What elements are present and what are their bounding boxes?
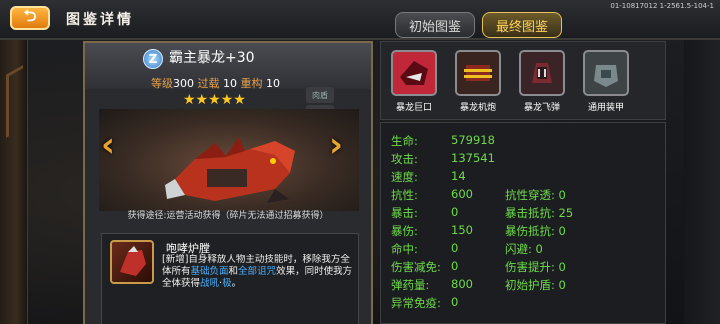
equipment-slot-3[interactable]: 暴龙飞弹 [515,50,569,113]
equipment-label: 通用装甲 [587,103,624,113]
rank-badge-icon: Z [143,49,163,69]
attribute-panel: 生命: 579918 攻击: 137541 速度: 14 抗性: 600 暴击: 0 暴伤… [380,122,666,324]
star-rating: ★★★★★ [183,92,246,108]
attr-crit-resistance: 暴击抵抗: 25 [505,206,574,220]
equipment-panel: 暴龙巨口 暴龙机炮 暴龙飞弹 通用装甲 [380,41,666,120]
skill-description: [新增]自身释放人物主动技能时，移除我方全体所有基础负面和全部诅咒效果，同时使我… [162,254,356,324]
left-door-decoration [0,40,28,324]
attr-ammo: 弹药量: 800 [391,277,473,292]
skill-desc-text-2: 和 [228,266,239,277]
level-value: 300 [173,77,194,90]
attr-crit: 暴击: 0 [391,205,459,220]
dino-jaw-icon [391,50,437,96]
level-label: 等级 [151,77,173,90]
skill-keyword-warcry[interactable]: 战吼 [200,278,219,289]
attr-hp: 生命: 579918 [391,133,495,148]
attr-damage-reduction: 伤害减免: 0 [391,259,459,274]
next-hero-arrow-icon[interactable]: › [329,125,343,165]
role-tank-tag: 肉盾 [306,87,334,103]
prev-hero-arrow-icon[interactable]: ‹ [101,125,115,165]
version-label: 01-10817012 1-2561.5-104-1 [610,2,714,10]
hero-name: 霸主暴龙+30 [169,50,255,66]
skill-roar-icon[interactable] [110,240,154,284]
attr-crit-damage-resistance: 暴伤抵抗: 0 [505,224,566,238]
attr-speed: 速度: 14 [391,169,466,184]
skill-panel: 咆哮炉膛 [新增]自身释放人物主动技能时，移除我方全体所有基础负面和全部诅咒效果… [101,233,359,324]
skill-desc-text-5: 。 [231,278,242,289]
back-arrow-icon: ⮌ [23,5,37,25]
skill-keyword-basic-debuff[interactable]: 基础负面 [191,266,229,277]
attr-damage-boost: 伤害提升: 0 [505,260,566,274]
back-button[interactable]: ⮌ [10,6,50,30]
mech-dinosaur-image [165,137,295,203]
overdrive-label: 过载 [197,77,220,90]
equipment-slot-1[interactable]: 暴龙巨口 [387,50,441,113]
attr-dodge: 闪避: 0 [505,242,543,256]
right-door-decoration [684,40,720,324]
hero-card: Z 霸主暴龙+30 等级300 过载 10 重构 10 ★★★★★ 肉盾 辅助 … [83,41,373,324]
equipment-label: 暴龙机炮 [459,103,496,113]
skill-keyword-ultimate[interactable]: 极 [222,278,232,289]
attr-attack: 攻击: 137541 [391,151,495,166]
equipment-slot-4[interactable]: 通用装甲 [579,50,633,113]
attr-accuracy: 命中: 0 [391,241,459,256]
attr-status-immunity: 异常免疫: 0 [391,295,459,310]
hero-stats-line: 等级300 过载 10 重构 10 [151,75,280,91]
top-bar: ⮌ 图鉴详情 初始图鉴 最终图鉴 01-10817012 1-2561.5-10… [0,0,720,40]
equipment-label: 暴龙巨口 [395,103,432,113]
attr-initial-shield: 初始护盾: 0 [505,278,566,292]
overdrive-value: 10 [223,77,237,90]
dino-missile-icon [519,50,565,96]
tab-final-codex[interactable]: 最终图鉴 [482,12,562,38]
attr-resistance: 抗性: 600 [391,187,473,202]
equipment-slot-2[interactable]: 暴龙机炮 [451,50,505,113]
attr-crit-damage: 暴伤: 150 [391,223,473,238]
refit-value: 10 [266,77,280,90]
tab-initial-codex[interactable]: 初始图鉴 [395,12,475,38]
armor-icon [583,50,629,96]
obtain-method: 获得途径:运营活动获得（碎片无法通过招募获得） [127,211,329,221]
page-title: 图鉴详情 [66,12,134,28]
refit-label: 重构 [240,77,263,90]
equipment-label: 暴龙飞弹 [523,103,560,113]
attr-resistance-penetration: 抗性穿透: 0 [505,188,566,202]
skill-keyword-all-curses[interactable]: 全部诅咒 [238,266,276,277]
skill-claw-icon [120,246,146,276]
dino-cannon-icon [455,50,501,96]
